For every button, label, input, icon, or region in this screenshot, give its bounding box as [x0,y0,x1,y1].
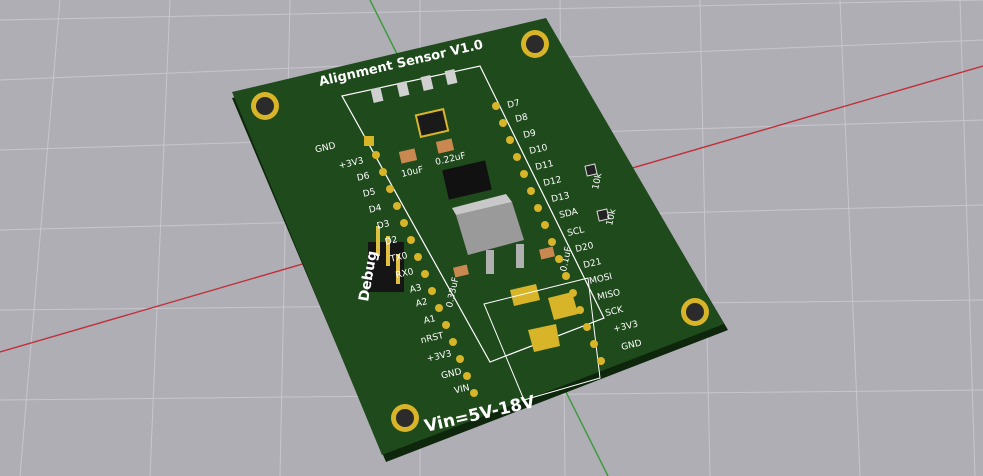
3d-viewer-canvas[interactable]: Alignment Sensor V1.0 10uF 0.22uF 0.33uF… [0,0,983,476]
mounting-hole-bottom-right [681,298,709,326]
pcb-3d-render: Alignment Sensor V1.0 10uF 0.22uF 0.33uF… [0,0,983,476]
mounting-hole-bottom-left [391,404,419,432]
mounting-hole-top-right [521,30,549,58]
sensor-chip [414,107,450,139]
mounting-hole-top-left [251,92,279,120]
